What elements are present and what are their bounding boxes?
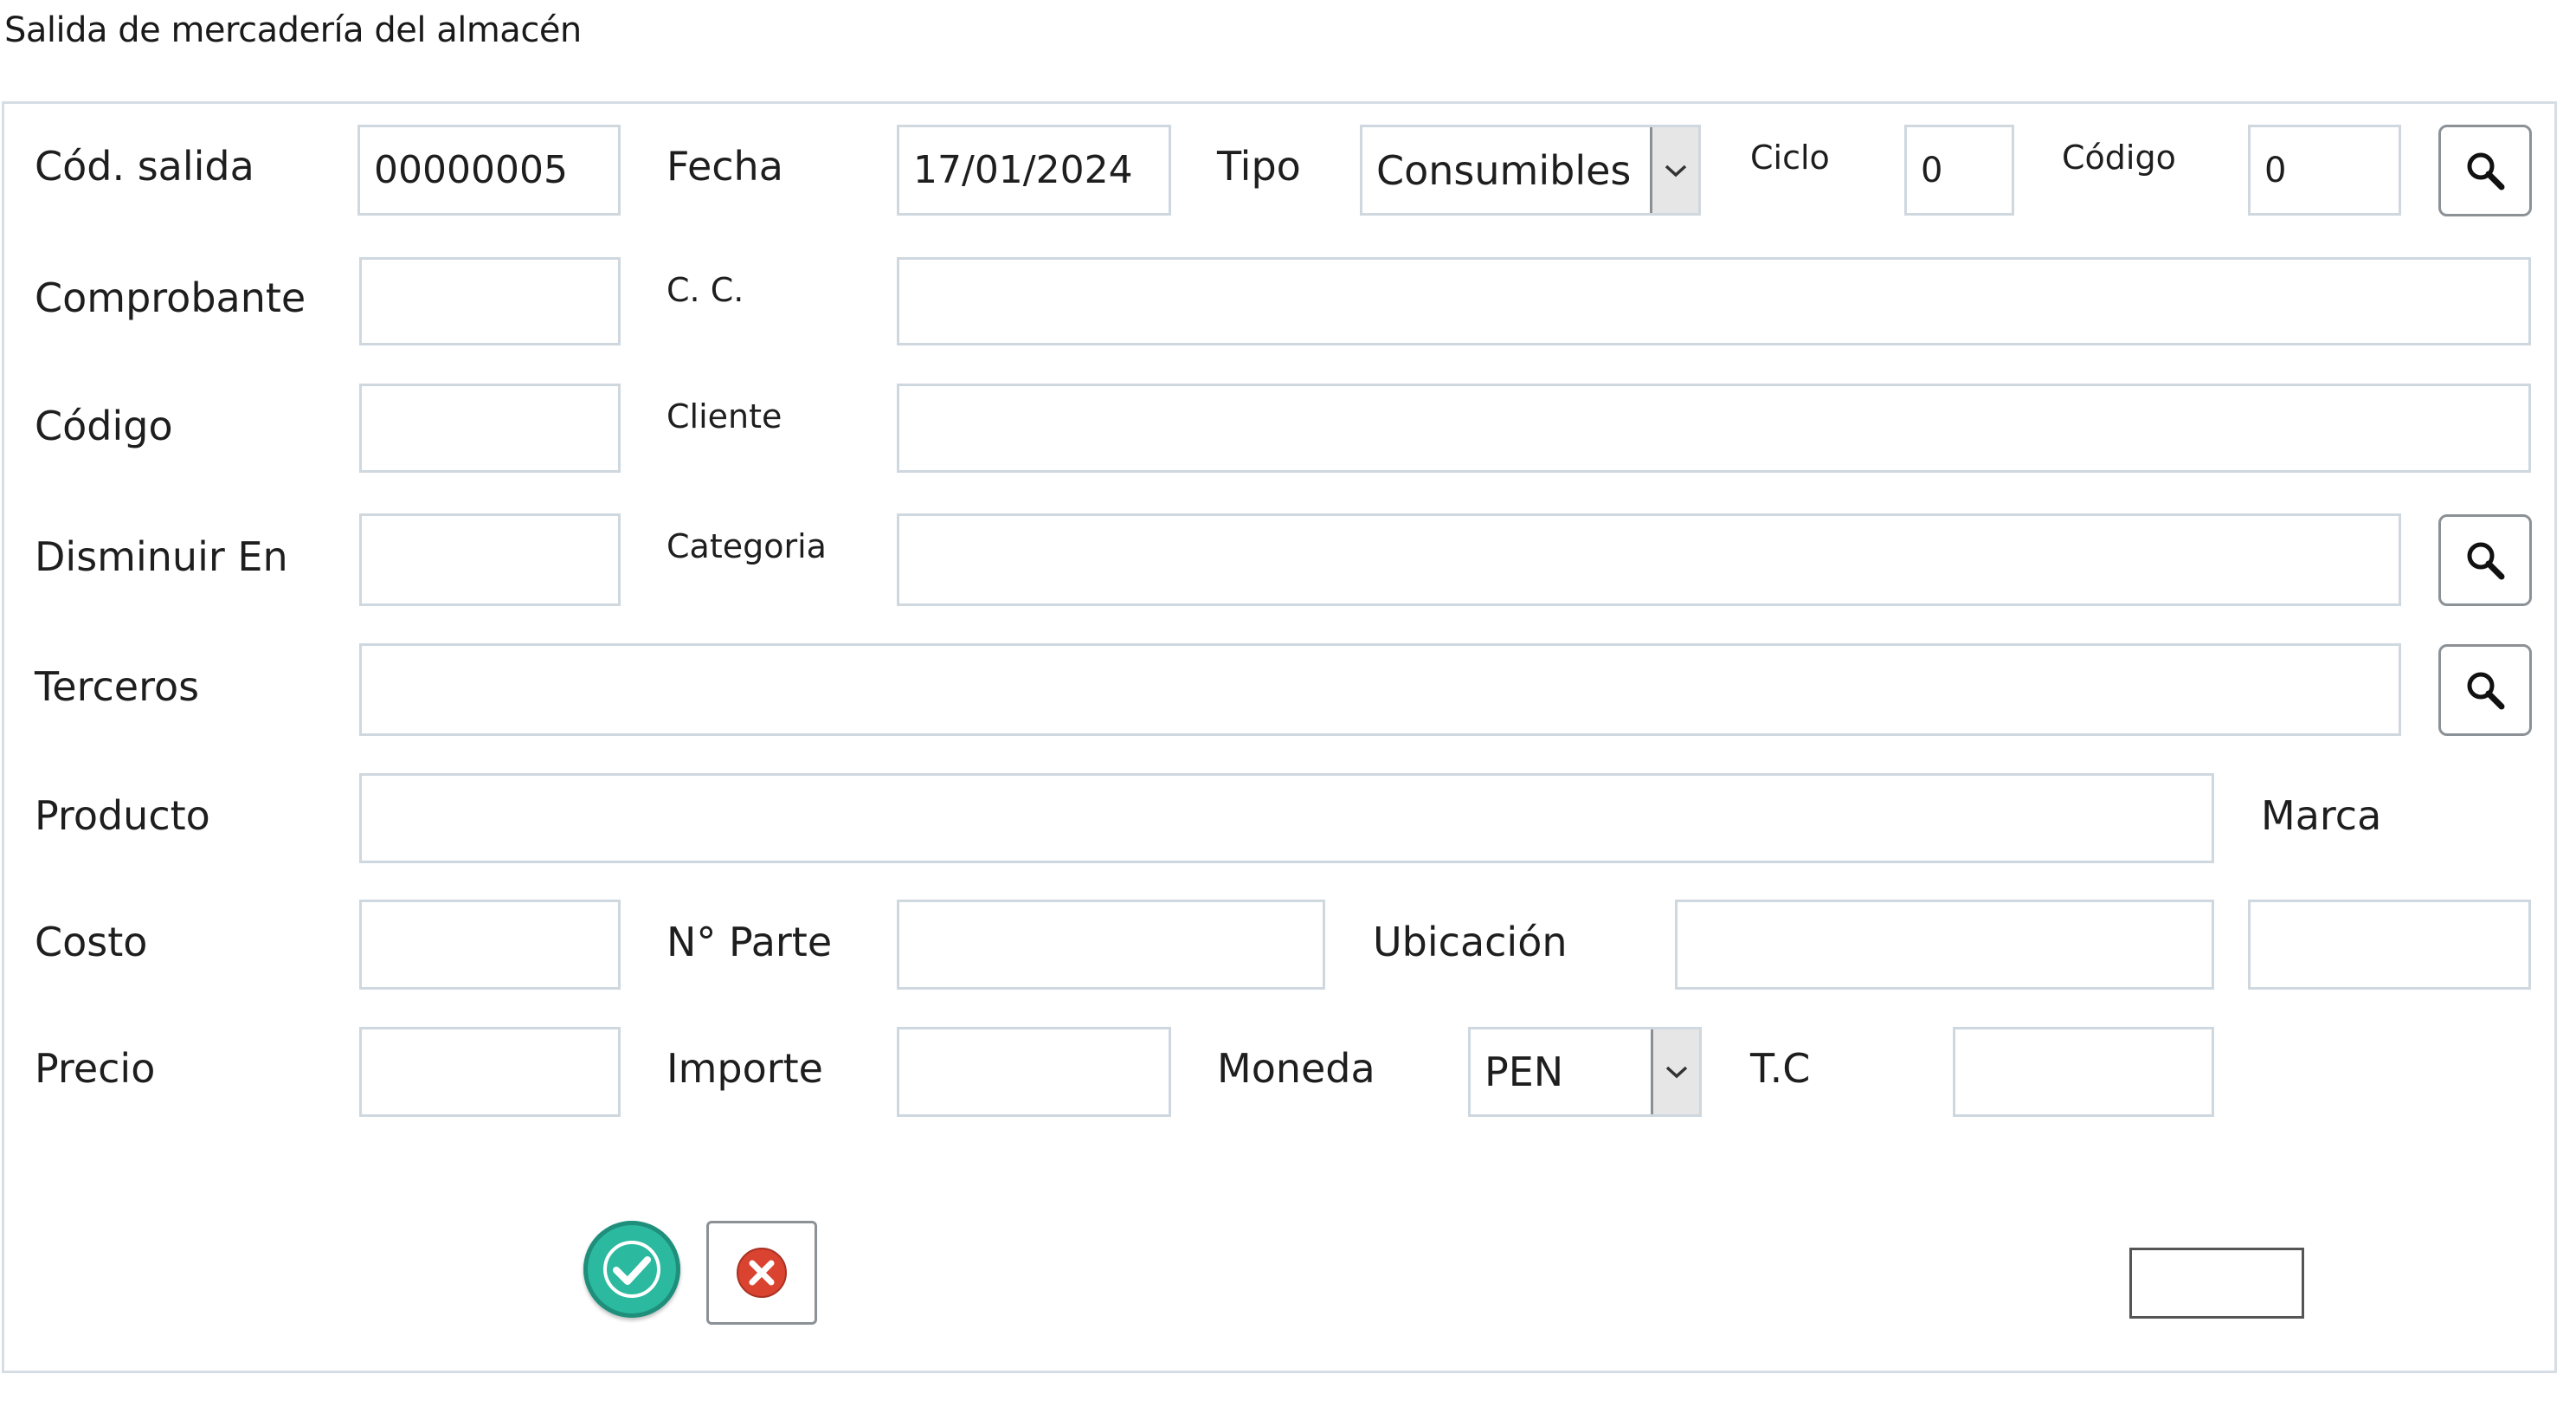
costo-label: Costo — [35, 919, 148, 965]
cod-salida-label: Cód. salida — [35, 143, 254, 190]
ubicacion-label: Ubicación — [1373, 919, 1568, 965]
codigo-top-input[interactable] — [2248, 125, 2401, 216]
cc-input[interactable] — [897, 257, 2531, 345]
fecha-label: Fecha — [667, 143, 783, 190]
marca-label: Marca — [2261, 792, 2382, 839]
producto-input[interactable] — [359, 773, 2214, 863]
importe-label: Importe — [667, 1045, 823, 1092]
search-button-categoria[interactable] — [2438, 514, 2532, 606]
producto-label: Producto — [35, 792, 210, 839]
search-icon — [2467, 152, 2505, 190]
moneda-label: Moneda — [1217, 1045, 1375, 1092]
fecha-input[interactable] — [897, 125, 1171, 216]
tipo-selected-value: Consumibles — [1376, 146, 1632, 194]
n-parte-label: N° Parte — [667, 919, 833, 965]
costo-input[interactable] — [359, 900, 621, 990]
cliente-label: Cliente — [667, 397, 782, 436]
search-button-codigo[interactable] — [2438, 125, 2532, 216]
check-icon — [603, 1241, 660, 1298]
cancel-button[interactable] — [706, 1221, 817, 1325]
precio-label: Precio — [35, 1045, 156, 1092]
disminuir-en-input[interactable] — [359, 513, 621, 606]
status-box — [2129, 1248, 2304, 1319]
tc-input[interactable] — [1953, 1027, 2214, 1117]
chevron-down-icon[interactable] — [1651, 1029, 1699, 1114]
ciclo-label: Ciclo — [1750, 139, 1830, 177]
close-icon — [737, 1248, 787, 1298]
cc-label: C. C. — [667, 271, 744, 309]
marca-input[interactable] — [2248, 900, 2531, 990]
importe-input[interactable] — [897, 1027, 1171, 1117]
precio-input[interactable] — [359, 1027, 621, 1117]
search-icon — [2467, 672, 2505, 710]
terceros-input[interactable] — [359, 643, 2401, 736]
codigo-label: Código — [35, 403, 173, 449]
cliente-input[interactable] — [897, 384, 2531, 473]
codigo-input[interactable] — [359, 384, 621, 473]
n-parte-input[interactable] — [897, 900, 1325, 990]
categoria-input[interactable] — [897, 513, 2401, 606]
chevron-down-icon[interactable] — [1650, 127, 1698, 213]
search-button-terceros[interactable] — [2438, 644, 2532, 736]
window-title: Salida de mercadería del almacén — [4, 10, 582, 50]
disminuir-en-label: Disminuir En — [35, 533, 288, 580]
search-icon — [2467, 542, 2505, 580]
categoria-label: Categoria — [667, 527, 827, 565]
terceros-label: Terceros — [35, 663, 200, 710]
tc-label: T.C — [1750, 1045, 1811, 1092]
tipo-select[interactable]: Consumibles — [1360, 125, 1701, 216]
ubicacion-input[interactable] — [1675, 900, 2214, 990]
cod-salida-input[interactable] — [357, 125, 621, 216]
comprobante-input[interactable] — [359, 257, 621, 345]
accept-button[interactable] — [583, 1221, 680, 1318]
moneda-selected-value: PEN — [1484, 1048, 1564, 1095]
ciclo-input[interactable] — [1904, 125, 2014, 216]
tipo-label: Tipo — [1217, 143, 1301, 190]
codigo-top-label: Código — [2062, 139, 2176, 177]
moneda-select[interactable]: PEN — [1468, 1027, 1702, 1117]
comprobante-label: Comprobante — [35, 274, 306, 321]
